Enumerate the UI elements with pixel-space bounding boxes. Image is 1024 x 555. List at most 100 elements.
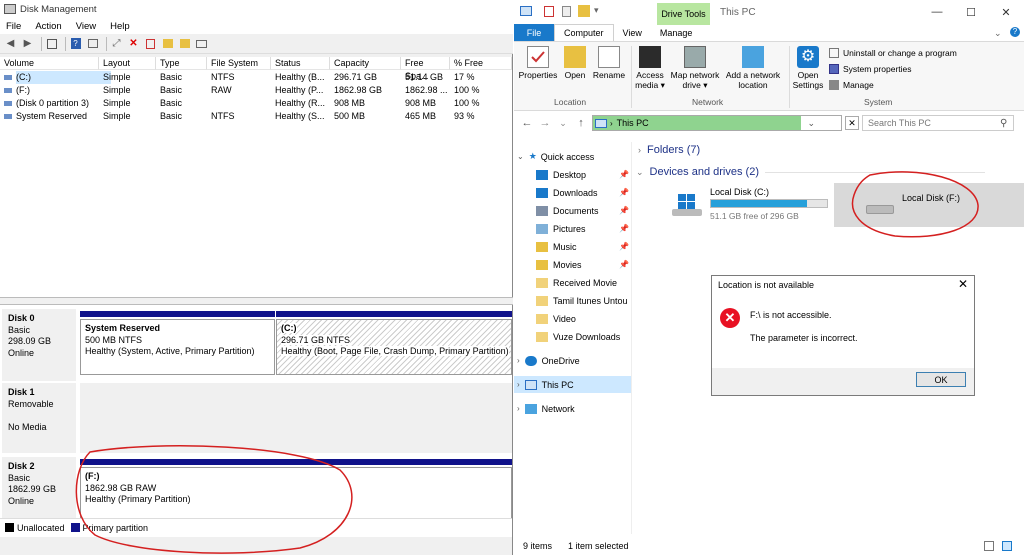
menu-file[interactable]: File bbox=[6, 21, 21, 32]
pin-icon[interactable]: 📌 bbox=[619, 170, 629, 179]
address-dropdown-icon[interactable]: ⌄ bbox=[807, 118, 815, 129]
close-icon[interactable]: ✕ bbox=[996, 4, 1016, 20]
volume-cell bbox=[211, 97, 271, 110]
large-icons-view-icon[interactable] bbox=[1002, 541, 1012, 551]
folder-up-icon[interactable] bbox=[161, 37, 174, 50]
manage-label: Manage bbox=[843, 80, 874, 90]
volume-name-cell[interactable]: System Reserved bbox=[16, 110, 111, 123]
pin-icon[interactable]: 📌 bbox=[619, 206, 629, 215]
show-hide-console-icon[interactable] bbox=[45, 37, 58, 50]
col-status[interactable]: Status bbox=[271, 57, 330, 70]
dm-title: Disk Management bbox=[20, 3, 97, 15]
network-icon bbox=[524, 403, 537, 414]
group-folders[interactable]: › Folders (7) bbox=[638, 144, 1018, 156]
volume-name-cell[interactable]: (C:) bbox=[16, 71, 111, 84]
disk-0-label[interactable]: Disk 0 Basic 298.09 GB Online bbox=[2, 309, 76, 381]
ok-button[interactable]: OK bbox=[916, 372, 966, 387]
delete-icon[interactable]: ✕ bbox=[127, 37, 140, 50]
col-free-space[interactable]: Free Spa... bbox=[401, 57, 450, 81]
system-properties-link[interactable]: System properties bbox=[829, 64, 912, 74]
manage-link[interactable]: Manage bbox=[829, 80, 874, 90]
drive-f-tile[interactable]: Local Disk (F:) bbox=[834, 183, 1024, 227]
partition-bar bbox=[80, 311, 275, 317]
search-input[interactable]: Search This PC bbox=[862, 115, 1014, 131]
partition-name: (C:) bbox=[281, 323, 297, 333]
minimize-icon[interactable]: — bbox=[927, 4, 947, 20]
clear-address-icon[interactable]: ✕ bbox=[845, 116, 859, 130]
nav-onedrive[interactable]: › OneDrive bbox=[517, 352, 634, 369]
partition-c[interactable]: (C:) 296.71 GB NTFS Healthy (Boot, Page … bbox=[276, 319, 512, 375]
col-file-system[interactable]: File System bbox=[207, 57, 271, 70]
quick-properties-icon[interactable] bbox=[544, 6, 554, 17]
new-folder-icon[interactable] bbox=[578, 5, 590, 17]
col-percent-free[interactable]: % Free bbox=[450, 57, 512, 70]
group-divider bbox=[764, 171, 985, 173]
folder-icon[interactable] bbox=[178, 37, 191, 50]
maximize-icon[interactable]: ☐ bbox=[961, 4, 981, 20]
tab-computer[interactable]: Computer bbox=[554, 24, 614, 41]
details-view-icon[interactable] bbox=[984, 541, 994, 551]
forward-arrow-icon[interactable]: ▶ bbox=[21, 37, 34, 50]
pin-icon[interactable]: 📌 bbox=[619, 224, 629, 233]
help-icon[interactable]: ? bbox=[69, 37, 82, 50]
col-volume[interactable]: Volume bbox=[0, 57, 99, 70]
open-button[interactable]: Open bbox=[561, 46, 589, 80]
menu-help[interactable]: Help bbox=[110, 21, 130, 32]
col-type[interactable]: Type bbox=[156, 57, 207, 70]
chevron-down-icon[interactable]: ⌄ bbox=[517, 152, 524, 161]
disk-0-state: Online bbox=[8, 347, 35, 358]
new-doc-icon[interactable] bbox=[562, 6, 571, 17]
disk-1-label[interactable]: Disk 1 Removable No Media bbox=[2, 383, 76, 453]
pin-icon[interactable]: 📌 bbox=[619, 260, 629, 269]
nav-quick-access[interactable]: ⌄ ★ Quick access bbox=[517, 148, 634, 165]
map-network-drive-button[interactable]: Map network drive ▾ bbox=[668, 46, 722, 90]
nav-network[interactable]: › Network bbox=[517, 400, 634, 417]
open-settings-button[interactable]: ⚙ Open Settings bbox=[791, 46, 825, 90]
uninstall-program-link[interactable]: Uninstall or change a program bbox=[829, 48, 957, 58]
volume-list: Volume Layout Type File System Status Ca… bbox=[0, 57, 512, 297]
access-media-button[interactable]: Access media ▾ bbox=[634, 46, 666, 90]
help-icon[interactable]: ? bbox=[1010, 27, 1020, 37]
chevron-right-icon[interactable]: › bbox=[517, 356, 520, 365]
address-bar[interactable]: › This PC ⌄ ✕ bbox=[592, 115, 859, 131]
properties-icon[interactable] bbox=[86, 37, 99, 50]
pane-splitter[interactable] bbox=[0, 297, 513, 305]
add-network-location-button[interactable]: Add a network location bbox=[722, 46, 784, 90]
nav-this-pc[interactable]: › This PC bbox=[514, 376, 631, 393]
recent-dropdown-icon[interactable]: ⌄ bbox=[554, 118, 572, 129]
tab-file[interactable]: File bbox=[514, 24, 554, 41]
list-view-icon[interactable] bbox=[195, 37, 208, 50]
up-icon[interactable]: ↑ bbox=[572, 117, 590, 129]
chevron-right-icon[interactable]: › bbox=[517, 380, 520, 389]
volume-name-cell[interactable]: (F:) bbox=[16, 84, 111, 97]
dialog-close-icon[interactable]: ✕ bbox=[958, 277, 968, 291]
menu-view[interactable]: View bbox=[76, 21, 96, 32]
col-layout[interactable]: Layout bbox=[99, 57, 156, 70]
back-arrow-icon[interactable]: ◀ bbox=[4, 37, 17, 50]
col-capacity[interactable]: Capacity bbox=[330, 57, 401, 70]
volume-name-cell[interactable]: (Disk 0 partition 3) bbox=[16, 97, 111, 110]
partition-system-reserved[interactable]: System Reserved 500 MB NTFS Healthy (Sys… bbox=[80, 319, 275, 375]
rename-button[interactable]: Rename bbox=[592, 46, 626, 80]
disk-2-name: Disk 2 bbox=[8, 461, 35, 471]
error-dialog: Location is not available ✕ ✕ F:\ is not… bbox=[711, 275, 975, 396]
properties-button[interactable]: Properties bbox=[518, 46, 558, 80]
menu-action[interactable]: Action bbox=[35, 21, 61, 32]
customize-toolbar-icon[interactable]: ▾ bbox=[594, 5, 599, 16]
tab-manage[interactable]: Manage bbox=[651, 24, 702, 41]
drive-icon bbox=[866, 205, 894, 214]
manage-icon bbox=[829, 80, 839, 90]
back-icon[interactable]: ← bbox=[518, 117, 536, 129]
checklist-icon[interactable] bbox=[144, 37, 157, 50]
pin-icon[interactable]: 📌 bbox=[619, 188, 629, 197]
group-devices[interactable]: ⌄ Devices and drives (2) bbox=[636, 166, 1016, 178]
connect-drive-icon[interactable]: ⤢ bbox=[110, 37, 123, 50]
forward-icon[interactable]: → bbox=[536, 117, 554, 129]
pin-icon[interactable]: 📌 bbox=[619, 242, 629, 251]
tab-view[interactable]: View bbox=[614, 24, 651, 41]
chevron-right-icon[interactable]: › bbox=[517, 404, 520, 413]
drive-c-tile[interactable]: Local Disk (C:) 51.1 GB free of 296 GB bbox=[670, 184, 830, 224]
ribbon-expand-icon[interactable]: ⌄ bbox=[994, 28, 1002, 39]
partition-size: 500 MB NTFS bbox=[85, 334, 143, 345]
toolbar-divider bbox=[41, 36, 42, 51]
